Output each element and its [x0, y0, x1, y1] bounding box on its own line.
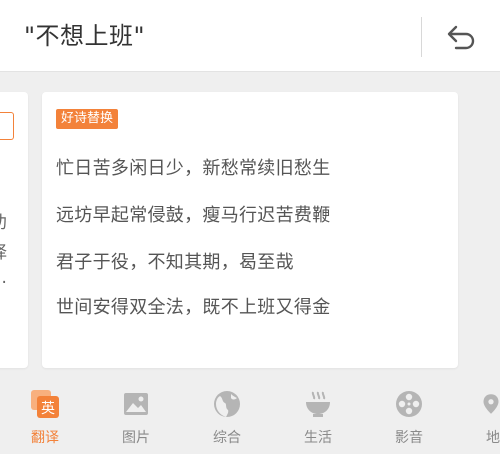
- nav-item-media[interactable]: 影音: [369, 389, 449, 447]
- poem-line: 忙日苦多闲日少，新愁常续旧愁生: [56, 158, 331, 179]
- nav-label: 图片: [122, 430, 150, 446]
- image-icon: [121, 389, 151, 419]
- nav-label: 综合: [213, 430, 241, 446]
- nav-label: 生活: [304, 430, 332, 446]
- bottom-nav: 英 翻译 图片 综合 生活 影音 地: [0, 379, 500, 454]
- svg-text:英: 英: [41, 400, 55, 417]
- partial-text-line: 劝: [0, 208, 7, 233]
- nav-item-map[interactable]: 地: [460, 389, 500, 447]
- card-tag-partial: [0, 112, 14, 140]
- nav-item-translate[interactable]: 英 翻译: [5, 389, 85, 447]
- header-divider: [421, 17, 422, 57]
- nav-item-images[interactable]: 图片: [96, 389, 176, 447]
- bowl-icon: [303, 389, 333, 419]
- translate-icon: 英: [30, 389, 60, 419]
- poem-line: 世间安得双全法，既不上班又得金: [56, 297, 331, 318]
- poem-result-card[interactable]: 好诗替换 忙日苦多闲日少，新愁常续旧愁生 远坊早起常侵鼓，瘦马行迟苦费鞭 君子于…: [42, 92, 458, 368]
- undo-icon: [447, 25, 475, 50]
- partial-text-line: …: [0, 268, 7, 288]
- film-reel-icon: [394, 389, 424, 419]
- globe-icon: [212, 389, 242, 419]
- search-header: "不想上班": [0, 0, 500, 72]
- map-pin-icon: [482, 389, 500, 419]
- previous-result-card[interactable]: 劝 择 …: [0, 92, 28, 368]
- poem-replace-tag: 好诗替换: [56, 109, 119, 129]
- nav-item-general[interactable]: 综合: [187, 389, 267, 447]
- search-query[interactable]: "不想上班": [24, 20, 145, 52]
- nav-item-life[interactable]: 生活: [278, 389, 358, 447]
- back-button[interactable]: [436, 18, 486, 58]
- nav-label: 地: [486, 430, 500, 446]
- poem-line: 远坊早起常侵鼓，瘦马行迟苦费鞭: [56, 205, 331, 226]
- partial-text-line: 择: [0, 238, 7, 263]
- nav-label: 翻译: [31, 430, 59, 446]
- poem-line: 君子于役，不知其期，曷至哉: [56, 252, 294, 273]
- nav-label: 影音: [395, 430, 423, 446]
